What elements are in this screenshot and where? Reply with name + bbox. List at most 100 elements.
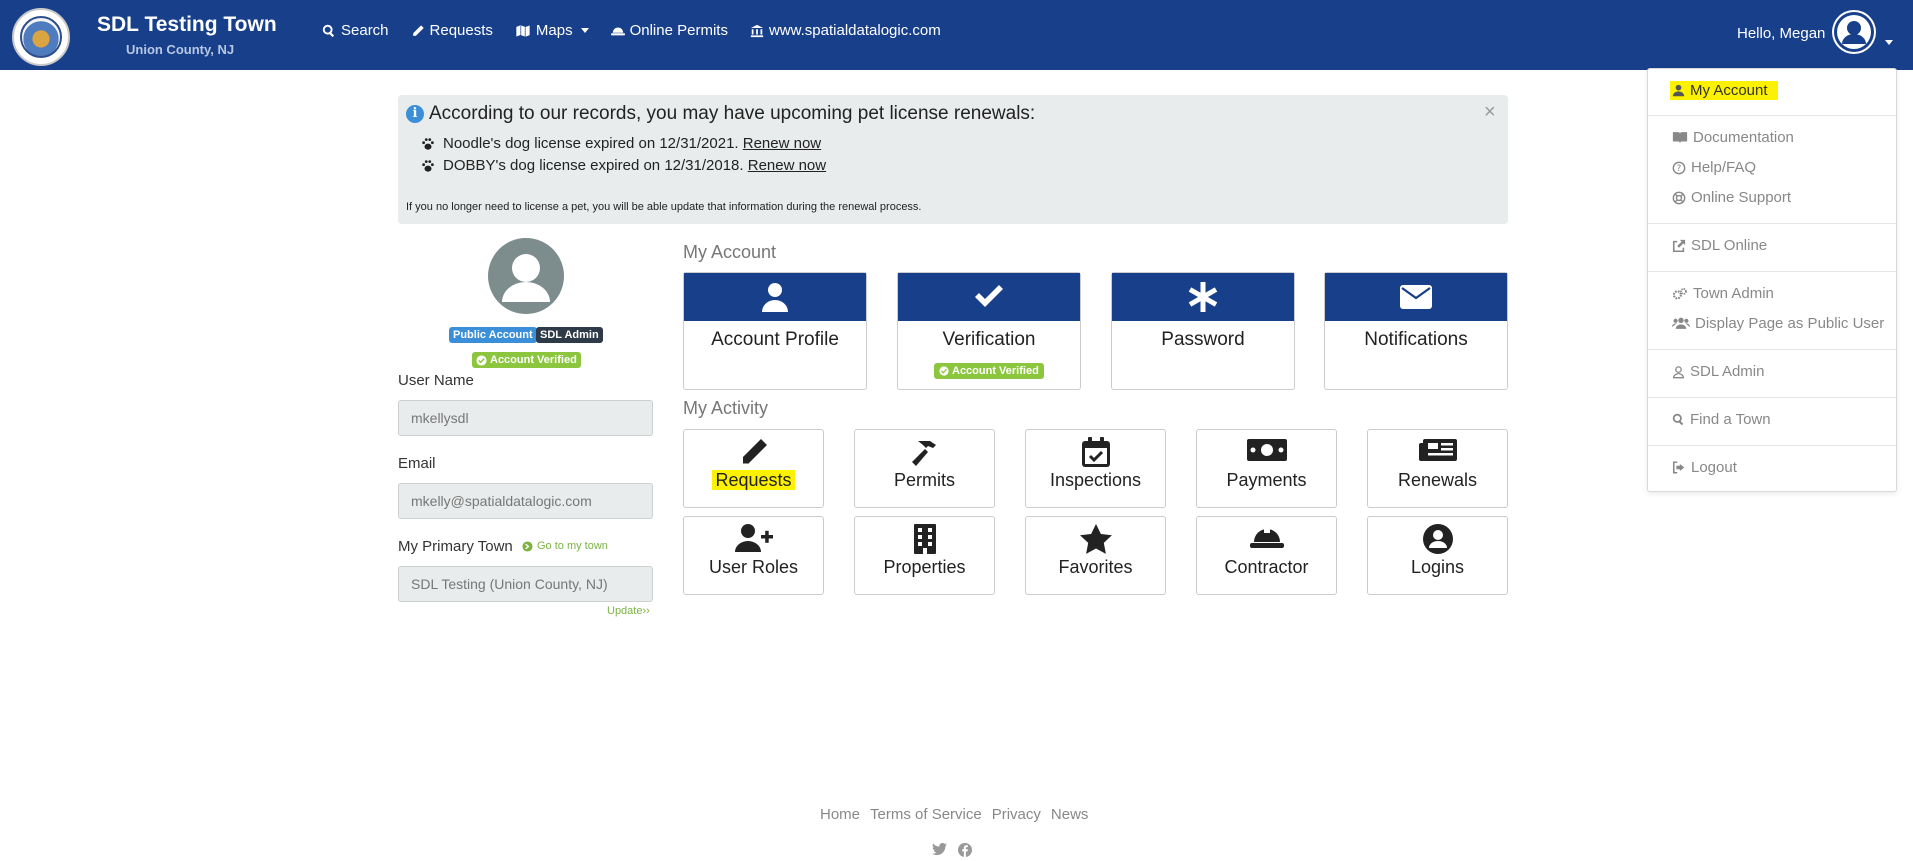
primary-town-field[interactable] <box>398 566 653 602</box>
go-to-town-label: Go to my town <box>537 540 608 552</box>
user-icon <box>1672 84 1685 97</box>
menu-online-support[interactable]: Online Support <box>1672 189 1791 206</box>
requests-card[interactable]: Requests <box>683 429 824 508</box>
twitter-link[interactable] <box>932 842 947 861</box>
permits-label: Permits <box>893 470 955 490</box>
password-label: Password <box>1161 329 1245 350</box>
user-circle-icon <box>502 254 550 302</box>
primary-town-label: My Primary Town <box>398 538 513 555</box>
user-circle-icon <box>1834 12 1874 52</box>
card-header <box>898 273 1080 321</box>
footer-link-terms[interactable]: Terms of Service <box>870 806 982 823</box>
user-greeting[interactable]: Hello, Megan <box>1737 25 1825 42</box>
contractor-label: Contractor <box>1224 557 1309 577</box>
footer-link-privacy[interactable]: Privacy <box>992 806 1041 823</box>
properties-card[interactable]: Properties <box>854 516 995 595</box>
alert-note: If you no longer need to license a pet, … <box>406 201 922 213</box>
menu-sdl-admin[interactable]: SDL Admin <box>1672 363 1764 380</box>
menu-divider <box>1648 445 1896 446</box>
favorites-card[interactable]: Favorites <box>1025 516 1166 595</box>
logins-card[interactable]: Logins <box>1367 516 1508 595</box>
account-profile-card[interactable]: Account Profile <box>683 272 867 390</box>
password-card[interactable]: Password <box>1111 272 1295 390</box>
menu-logout-label: Logout <box>1691 459 1737 476</box>
menu-divider <box>1648 115 1896 116</box>
menu-documentation[interactable]: Documentation <box>1672 129 1794 146</box>
pencil-icon <box>412 24 424 36</box>
card-header <box>1112 273 1294 321</box>
card-header <box>1325 273 1507 321</box>
book-icon <box>1672 132 1688 143</box>
renew-now-link[interactable]: Renew now <box>748 157 826 174</box>
svg-text:?: ? <box>1677 164 1682 174</box>
menu-display-public[interactable]: Display Page as Public User <box>1672 315 1884 332</box>
card-header <box>684 273 866 321</box>
facebook-link[interactable] <box>958 843 972 861</box>
town-seal-logo[interactable] <box>12 8 70 66</box>
menu-town-admin-label: Town Admin <box>1693 285 1774 302</box>
user-secret-icon <box>1672 365 1685 378</box>
nav-search-label: Search <box>341 22 389 39</box>
update-link[interactable]: Update›› <box>607 605 650 617</box>
menu-my-account[interactable]: My Account <box>1670 81 1778 100</box>
hard-hat-icon <box>610 27 625 35</box>
user-menu-caret-icon[interactable] <box>1885 40 1893 45</box>
menu-logout[interactable]: Logout <box>1672 459 1737 476</box>
external-link-icon <box>1672 239 1686 252</box>
user-dropdown-menu: My Account Documentation ? Help/FAQ Onli… <box>1647 68 1897 492</box>
building-icon <box>913 524 936 554</box>
verification-card[interactable]: Verification Account Verified <box>897 272 1081 390</box>
profile-avatar <box>488 238 564 314</box>
notifications-label: Notifications <box>1364 329 1468 350</box>
star-icon <box>1079 524 1112 554</box>
inspections-card[interactable]: Inspections <box>1025 429 1166 508</box>
cogs-icon <box>1672 287 1687 299</box>
notifications-card[interactable]: Notifications <box>1324 272 1508 390</box>
newspaper-icon <box>1418 439 1457 461</box>
menu-divider <box>1648 223 1896 224</box>
check-circle-icon <box>476 354 487 366</box>
brand-title[interactable]: SDL Testing Town <box>97 13 277 37</box>
main-nav: Search Requests Maps Online Permits www.… <box>322 22 941 39</box>
email-field[interactable] <box>398 483 653 519</box>
favorites-label: Favorites <box>1058 557 1133 577</box>
search-icon <box>322 24 335 37</box>
renewals-card[interactable]: Renewals <box>1367 429 1508 508</box>
search-icon <box>1672 413 1684 426</box>
footer-link-home[interactable]: Home <box>820 806 860 823</box>
sdl-admin-badge: SDL Admin <box>536 327 603 343</box>
nav-requests[interactable]: Requests <box>411 22 493 39</box>
user-roles-card[interactable]: User Roles <box>683 516 824 595</box>
close-icon[interactable]: × <box>1484 101 1496 124</box>
contractor-card[interactable]: Contractor <box>1196 516 1337 595</box>
chevron-down-icon <box>580 28 589 33</box>
permits-card[interactable]: Permits <box>854 429 995 508</box>
nav-maps[interactable]: Maps <box>515 22 589 39</box>
menu-help-faq[interactable]: ? Help/FAQ <box>1672 159 1756 176</box>
nav-search[interactable]: Search <box>322 22 389 39</box>
menu-display-public-label: Display Page as Public User <box>1695 315 1885 332</box>
nav-online-permits-label: Online Permits <box>629 22 728 39</box>
payments-label: Payments <box>1226 470 1307 490</box>
menu-divider <box>1648 397 1896 398</box>
go-to-town-link[interactable]: Go to my town <box>522 540 608 552</box>
sign-out-icon <box>1672 461 1685 474</box>
menu-sdl-online[interactable]: SDL Online <box>1672 237 1767 254</box>
page: SDL Testing Town Union County, NJ Search… <box>0 0 1913 861</box>
money-bill-icon <box>1246 439 1287 461</box>
renew-now-link[interactable]: Renew now <box>743 135 821 152</box>
user-plus-icon <box>734 524 773 552</box>
menu-find-town[interactable]: Find a Town <box>1672 411 1771 428</box>
username-field[interactable] <box>398 400 653 436</box>
nav-online-permits[interactable]: Online Permits <box>610 22 728 39</box>
menu-town-admin[interactable]: Town Admin <box>1672 285 1774 302</box>
nav-website[interactable]: www.spatialdatalogic.com <box>750 22 941 39</box>
user-avatar[interactable] <box>1832 10 1876 54</box>
payments-card[interactable]: Payments <box>1196 429 1337 508</box>
twitter-icon <box>932 842 947 856</box>
footer-link-news[interactable]: News <box>1051 806 1089 823</box>
user-circle-icon <box>1422 524 1453 554</box>
my-account-title: My Account <box>683 242 777 262</box>
life-ring-icon <box>1672 191 1686 204</box>
inspections-label: Inspections <box>1049 470 1142 490</box>
